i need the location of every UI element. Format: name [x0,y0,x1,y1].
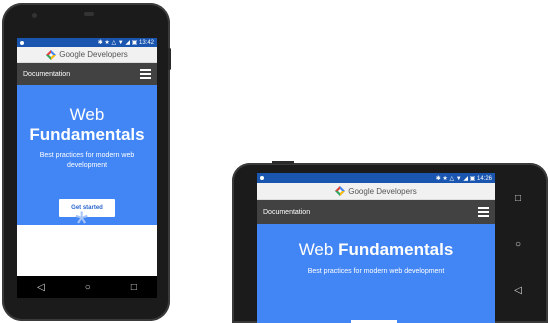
status-icons: ✱ ★ △ ▼ ◢ ▣ [97,40,138,46]
hero-section: Web Fundamentals Best practices for mode… [17,85,157,241]
status-icons: ✱ ★ △ ▼ ◢ ▣ [435,175,476,182]
home-icon[interactable]: ○ [85,282,91,293]
recents-icon[interactable]: □ [515,193,521,204]
speaker-grille [84,12,94,16]
portrait-screen: ✱ ★ △ ▼ ◢ ▣ 13:42 Google Developers Docu… [17,38,157,298]
sensor-dot [232,163,236,167]
hero-section: Web Fundamentals Best practices for mode… [257,224,495,323]
hero-title: Web Fundamentals [29,105,145,144]
menu-icon[interactable] [478,207,489,217]
hero-title: Web Fundamentals [298,240,454,259]
android-nav-bar: ◁ ○ □ [17,276,157,298]
home-icon[interactable]: ○ [515,239,521,250]
front-camera [32,13,37,18]
landscape-phone: ✱ ★ △ ▼ ◢ ▣ 14:26 Google Developers Docu… [232,161,548,323]
portrait-phone: ✱ ★ △ ▼ ◢ ▣ 13:42 Google Developers Docu… [2,3,171,321]
hero-subtitle: Best practices for modern web developmen… [307,268,445,275]
landscape-screen: ✱ ★ △ ▼ ◢ ▣ 14:26 Google Developers Docu… [257,173,495,323]
status-bar: ✱ ★ △ ▼ ◢ ▣ 13:42 [17,38,157,47]
brand-label: Google Developers [59,50,128,59]
power-button[interactable] [168,48,171,70]
documentation-link[interactable]: Documentation [23,71,70,78]
google-developers-logo-icon [335,186,346,196]
notification-icon [20,40,24,45]
status-bar: ✱ ★ △ ▼ ◢ ▣ 14:26 [257,173,495,183]
recents-icon[interactable]: □ [131,282,137,293]
hero-subtitle: Best practices for modern web developmen… [39,152,135,169]
top-nav: Documentation [17,63,157,85]
status-time: 14:26 [476,175,492,182]
menu-icon[interactable] [140,69,151,79]
notification-icon [260,176,264,180]
brand-label: Google Developers [348,186,417,196]
back-icon[interactable]: ◁ [514,285,522,296]
documentation-link[interactable]: Documentation [263,209,310,216]
top-nav: Documentation [257,200,495,224]
asterisk-icon: * [75,205,89,243]
address-bar[interactable]: Google Developers [17,47,157,63]
power-button[interactable] [272,161,294,164]
back-icon[interactable]: ◁ [37,282,45,293]
address-bar[interactable]: Google Developers [257,183,495,200]
android-nav-bar: □ ○ ◁ [502,175,534,313]
google-developers-logo-icon [46,49,57,60]
status-time: 13:42 [138,40,154,46]
